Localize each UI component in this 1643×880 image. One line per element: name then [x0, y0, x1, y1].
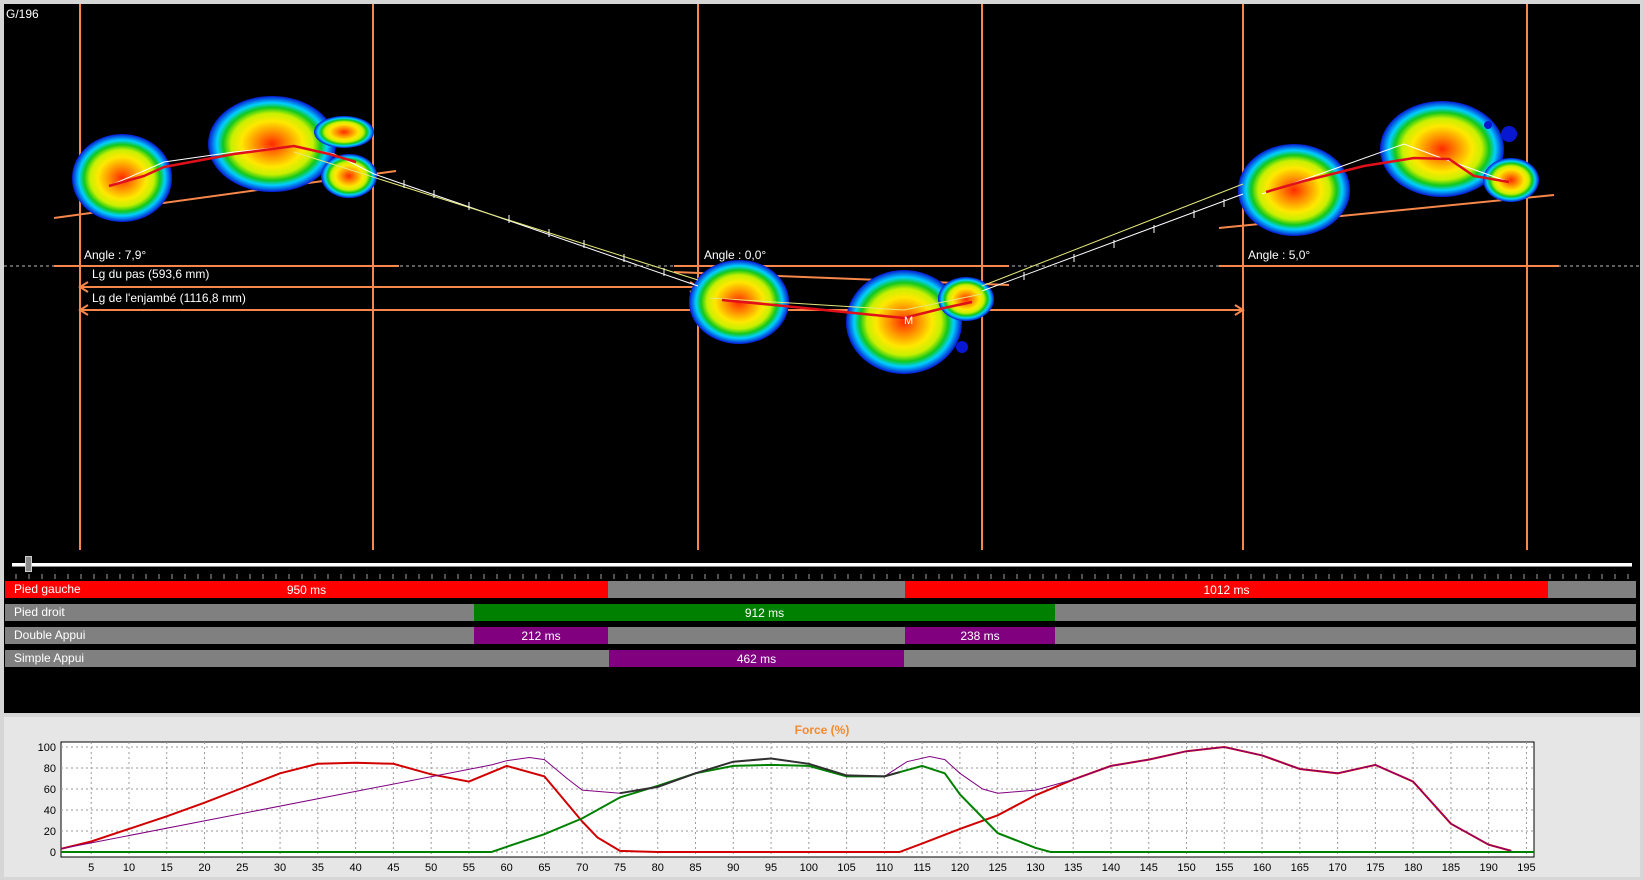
x-tick-label: 100: [800, 862, 818, 874]
x-tick-label: 190: [1479, 862, 1497, 874]
x-tick-label: 30: [274, 862, 286, 874]
footprint-left-2: [1238, 101, 1539, 236]
x-tick-label: 165: [1291, 862, 1309, 874]
phase-label: Double Appui: [14, 628, 86, 642]
angle-label-right: Angle : 0,0°: [704, 248, 767, 262]
gait-phase-panel: Pied gauche 950 ms 1012 ms Pied droit 91…: [4, 580, 1640, 713]
phase-label: Pied gauche: [14, 582, 81, 596]
phase-row-simple-appui: Simple Appui 462 ms: [5, 650, 1636, 667]
x-tick-label: 120: [951, 862, 969, 874]
x-tick-label: 65: [538, 862, 550, 874]
x-tick-label: 105: [837, 862, 855, 874]
x-tick-label: 175: [1366, 862, 1384, 874]
phase-segment: 950 ms: [5, 581, 608, 598]
y-tick-label: 60: [44, 784, 56, 796]
phase-segment: 212 ms: [474, 627, 608, 644]
y-tick-label: 80: [44, 763, 56, 775]
phase-row-pied-droit: Pied droit 912 ms: [5, 604, 1636, 621]
force-chart-panel: Force (%) 0 20 40 60 80 100 5 10 15 20 25 30 35 40 45 5…: [4, 717, 1640, 877]
angle-label-left-1: Angle : 7,9°: [84, 248, 147, 262]
phase-row-double-appui: Double Appui 212 ms 238 ms: [5, 627, 1636, 644]
phase-segment: 912 ms: [474, 604, 1055, 621]
marker-m: M: [904, 315, 913, 327]
x-tick-label: 25: [236, 862, 248, 874]
progression-line: [373, 173, 699, 287]
plot-area: [60, 741, 1535, 858]
pressure-map-view[interactable]: M G/196 Angle : 7,9° Angle : 0,0° Angle …: [4, 4, 1640, 550]
phase-segment: 462 ms: [609, 650, 904, 667]
x-tick-label: 35: [312, 862, 324, 874]
x-tick-label: 90: [727, 862, 739, 874]
timeline-slider-area: [4, 550, 1640, 580]
x-tick-label: 155: [1215, 862, 1233, 874]
x-tick-label: 195: [1517, 862, 1535, 874]
x-tick-label: 80: [652, 862, 664, 874]
x-tick-label: 60: [501, 862, 513, 874]
stride-length-label: Lg de l'enjambé (1116,8 mm): [92, 291, 246, 305]
phase-segment: 238 ms: [905, 627, 1055, 644]
x-tick-label: 115: [913, 862, 931, 874]
progression-line: [981, 193, 1244, 292]
pressure-map-canvas: M: [4, 4, 1640, 550]
x-tick-label: 5: [88, 862, 94, 874]
x-tick-label: 150: [1177, 862, 1195, 874]
footprint-right-1: [689, 260, 994, 374]
timeline-slider-thumb[interactable]: [25, 556, 32, 572]
footprint-left-1: [72, 96, 377, 222]
x-tick-label: 170: [1328, 862, 1346, 874]
angle-label-left-2: Angle : 5,0°: [1248, 248, 1311, 262]
y-tick-label: 100: [38, 742, 56, 754]
x-tick-label: 125: [988, 862, 1006, 874]
phase-label: Pied droit: [14, 605, 65, 619]
x-tick-label: 70: [576, 862, 588, 874]
phase-segment: 1012 ms: [905, 581, 1548, 598]
frame-counter: G/196: [6, 7, 39, 21]
x-tick-label: 55: [463, 862, 475, 874]
force-chart: 0 20 40 60 80 100 5 10 15 20 25 30 35 40 45 50 55 60 65 70 7…: [38, 741, 1536, 874]
x-tick-label: 160: [1253, 862, 1271, 874]
phase-row-pied-gauche: Pied gauche 950 ms 1012 ms: [5, 581, 1636, 598]
y-tick-label: 20: [44, 826, 56, 838]
x-tick-label: 95: [765, 862, 777, 874]
timeline-slider-track[interactable]: [12, 563, 1632, 567]
x-tick-label: 140: [1102, 862, 1120, 874]
x-tick-label: 145: [1140, 862, 1158, 874]
x-tick-label: 10: [123, 862, 135, 874]
x-tick-label: 130: [1026, 862, 1044, 874]
x-tick-label: 40: [349, 862, 361, 874]
x-tick-label: 135: [1064, 862, 1082, 874]
x-tick-label: 45: [387, 862, 399, 874]
x-tick-label: 50: [425, 862, 437, 874]
x-tick-label: 110: [876, 862, 894, 874]
x-tick-label: 185: [1442, 862, 1460, 874]
x-tick-label: 85: [689, 862, 701, 874]
y-tick-label: 0: [50, 847, 56, 859]
x-tick-label: 180: [1404, 862, 1422, 874]
y-tick-label: 40: [44, 805, 56, 817]
x-tick-label: 15: [161, 862, 173, 874]
x-tick-label: 20: [198, 862, 210, 874]
x-tick-label: 75: [614, 862, 626, 874]
step-length-label: Lg du pas (593,6 mm): [92, 267, 210, 281]
phase-label: Simple Appui: [14, 651, 85, 665]
